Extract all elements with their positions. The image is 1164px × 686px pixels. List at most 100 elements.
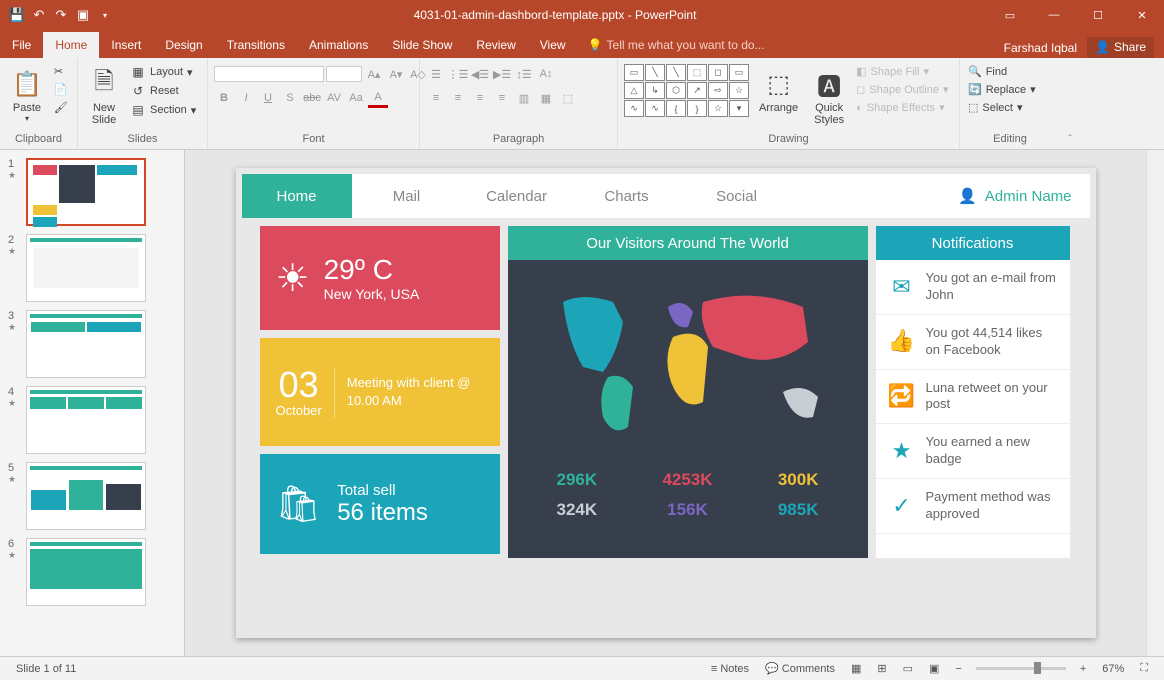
nav-tab-home[interactable]: Home (242, 174, 352, 218)
align-text-icon[interactable]: ▦ (536, 88, 556, 108)
line-spacing-icon[interactable]: ↕☰ (514, 64, 534, 84)
ribbon-display-icon[interactable]: ▭ (988, 0, 1032, 30)
maximize-button[interactable]: ☐ (1076, 0, 1120, 30)
font-name-combo[interactable] (214, 66, 324, 82)
undo-icon[interactable]: ↶ (30, 6, 48, 24)
tab-slideshow[interactable]: Slide Show (380, 32, 464, 58)
align-right-icon[interactable]: ≡ (470, 88, 490, 108)
bold-button[interactable]: B (214, 88, 234, 108)
notification-item[interactable]: ★You earned a new badge (876, 424, 1070, 479)
sales-card[interactable]: 🛍 Total sell56 items (260, 454, 500, 554)
notifications-card[interactable]: Notifications ✉You got an e-mail from Jo… (876, 226, 1070, 558)
decrease-indent-icon[interactable]: ◀☰ (470, 64, 490, 84)
italic-button[interactable]: I (236, 88, 256, 108)
visitors-map-card[interactable]: Our Visitors Around The World 296K4253K3… (508, 226, 868, 558)
spacing-button[interactable]: AV (324, 88, 344, 108)
paste-button[interactable]: 📋Paste▾ (6, 64, 48, 125)
tab-insert[interactable]: Insert (99, 32, 153, 58)
slide-thumbnail-1[interactable] (26, 158, 146, 226)
shape-outline-button[interactable]: ◻ Shape Outline ▾ (854, 82, 950, 97)
shape-effects-button[interactable]: ◐ Shape Effects ▾ (854, 100, 950, 115)
copy-button[interactable]: 📄 (52, 82, 70, 97)
slide-thumbnail-2[interactable] (26, 234, 146, 302)
slide-thumbnail-5[interactable] (26, 462, 146, 530)
sorter-view-icon[interactable]: ⊞ (869, 662, 894, 675)
fit-to-window-icon[interactable]: ⛶ (1132, 662, 1156, 675)
nav-tab-mail[interactable]: Mail (352, 174, 462, 218)
qat-dropdown-icon[interactable]: ▾ (96, 6, 114, 24)
notes-button[interactable]: ≡ Notes (703, 663, 757, 675)
layout-button[interactable]: ▦Layout ▾ (128, 64, 198, 80)
strike-button[interactable]: abc (302, 88, 322, 108)
zoom-level[interactable]: 67% (1094, 663, 1132, 675)
notification-item[interactable]: 🔁Luna retweet on your post (876, 370, 1070, 425)
notification-item[interactable]: 👍You got 44,514 likes on Facebook (876, 315, 1070, 370)
tab-file[interactable]: File (0, 32, 43, 58)
slide-thumbnail-6[interactable] (26, 538, 146, 606)
replace-button[interactable]: 🔄 Replace ▾ (966, 82, 1038, 97)
redo-icon[interactable]: ↷ (52, 6, 70, 24)
normal-view-icon[interactable]: ▦ (843, 662, 869, 675)
start-from-beginning-icon[interactable]: ▣ (74, 6, 92, 24)
smartart-icon[interactable]: ⬚ (558, 88, 578, 108)
vertical-scrollbar[interactable] (1146, 150, 1164, 656)
select-button[interactable]: ⬚ Select ▾ (966, 100, 1038, 115)
user-name[interactable]: Farshad Iqbal (1004, 41, 1077, 55)
tab-transitions[interactable]: Transitions (215, 32, 297, 58)
minimize-button[interactable]: — (1032, 0, 1076, 30)
slide-thumbnail-4[interactable] (26, 386, 146, 454)
align-left-icon[interactable]: ≡ (426, 88, 446, 108)
arrange-button[interactable]: ⬚Arrange (753, 64, 804, 116)
columns-icon[interactable]: ▥ (514, 88, 534, 108)
zoom-out-icon[interactable]: − (947, 663, 969, 675)
bullets-button[interactable]: ☰ (426, 64, 446, 84)
comments-button[interactable]: 💬 Comments (757, 662, 843, 675)
slide-content[interactable]: Home Mail Calendar Charts Social 👤Admin … (236, 168, 1096, 638)
shape-item[interactable]: ▭ (624, 64, 644, 81)
nav-tab-charts[interactable]: Charts (572, 174, 682, 218)
new-slide-button[interactable]: 🗎New Slide (84, 64, 124, 128)
shadow-button[interactable]: S (280, 88, 300, 108)
nav-tab-calendar[interactable]: Calendar (462, 174, 572, 218)
reset-button[interactable]: ↺Reset (128, 83, 198, 99)
text-direction-icon[interactable]: A↕ (536, 64, 556, 84)
nav-tab-social[interactable]: Social (682, 174, 792, 218)
collapse-ribbon-icon[interactable]: ˆ (1060, 58, 1080, 149)
grow-font-icon[interactable]: A▴ (364, 64, 384, 84)
share-button[interactable]: 👤 Share (1087, 37, 1154, 58)
meeting-card[interactable]: 03October Meeting with client @ 10.00 AM (260, 338, 500, 446)
close-button[interactable]: ✕ (1120, 0, 1164, 30)
tab-home[interactable]: Home (43, 32, 99, 58)
notification-item[interactable]: ✉You got an e-mail from John (876, 260, 1070, 315)
tab-review[interactable]: Review (464, 32, 527, 58)
increase-indent-icon[interactable]: ▶☰ (492, 64, 512, 84)
tab-design[interactable]: Design (153, 32, 214, 58)
slide-counter[interactable]: Slide 1 of 11 (8, 663, 84, 675)
cut-button[interactable]: ✂ (52, 64, 70, 79)
find-button[interactable]: 🔍 Find (966, 64, 1038, 79)
nav-user[interactable]: 👤Admin Name (958, 174, 1089, 218)
tellme-search[interactable]: 💡 Tell me what you want to do... (578, 32, 775, 58)
zoom-in-icon[interactable]: + (1072, 663, 1094, 675)
tab-view[interactable]: View (528, 32, 578, 58)
align-center-icon[interactable]: ≡ (448, 88, 468, 108)
shape-fill-button[interactable]: ◧ Shape Fill ▾ (854, 64, 950, 79)
slideshow-view-icon[interactable]: ▣ (921, 662, 947, 675)
tab-animations[interactable]: Animations (297, 32, 380, 58)
font-color-button[interactable]: A (368, 88, 388, 108)
quick-styles-button[interactable]: 🅰Quick Styles (808, 64, 850, 128)
reading-view-icon[interactable]: ▭ (895, 662, 921, 675)
zoom-slider[interactable] (976, 667, 1066, 670)
notification-item[interactable]: ✓Payment method was approved (876, 479, 1070, 534)
shrink-font-icon[interactable]: A▾ (386, 64, 406, 84)
case-button[interactable]: Aa (346, 88, 366, 108)
format-painter-button[interactable]: 🖌 (52, 100, 70, 115)
justify-icon[interactable]: ≡ (492, 88, 512, 108)
font-size-combo[interactable] (326, 66, 362, 82)
numbering-button[interactable]: ⋮☰ (448, 64, 468, 84)
shapes-gallery[interactable]: ▭╲╲⬚◻▭ △↳⬡↗⇨☆ ∿∿{}☆▾ (624, 64, 749, 117)
slide-canvas[interactable]: Home Mail Calendar Charts Social 👤Admin … (185, 150, 1146, 656)
weather-card[interactable]: ☀ 29º CNew York, USA (260, 226, 500, 330)
underline-button[interactable]: U (258, 88, 278, 108)
section-button[interactable]: ▤Section ▾ (128, 102, 198, 118)
